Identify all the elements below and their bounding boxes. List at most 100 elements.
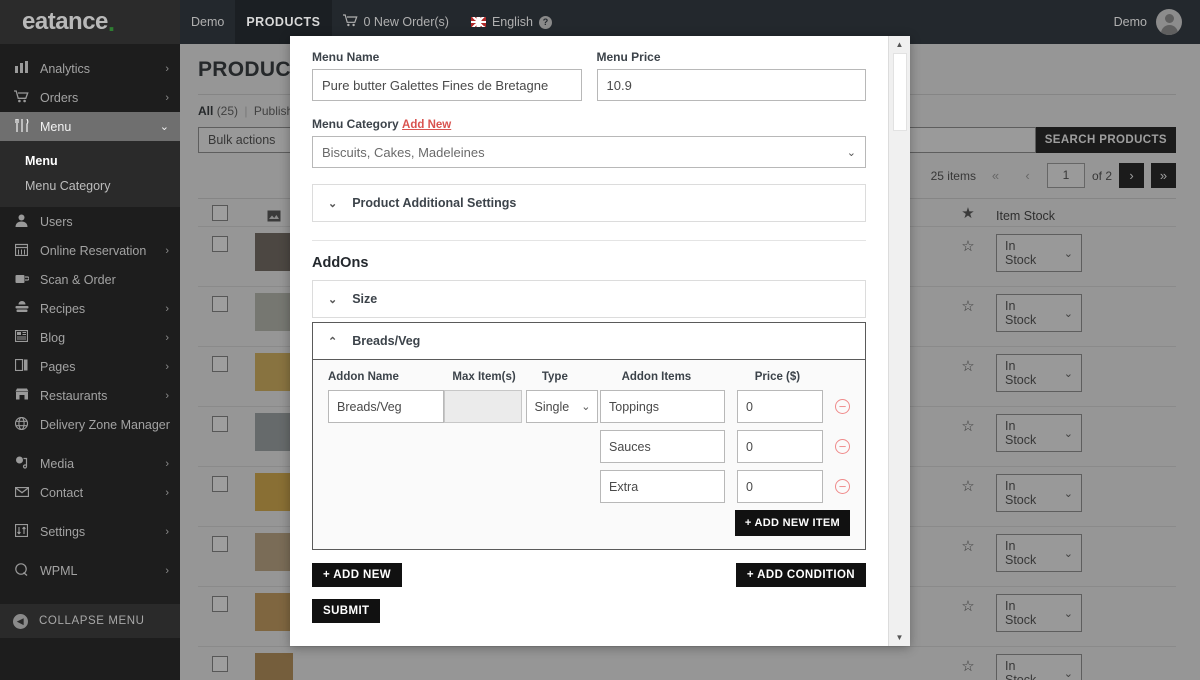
sidebar-item-contact[interactable]: Contact › — [0, 478, 180, 507]
menu-name-input[interactable] — [312, 69, 582, 101]
chevron-up-icon: ⌃ — [328, 335, 338, 348]
sidebar-submenu-menu: Menu Menu Category — [0, 141, 180, 207]
media-icon — [13, 456, 30, 472]
sidebar-item-menu[interactable]: Menu ⌄ — [0, 112, 180, 141]
avatar[interactable] — [1156, 9, 1182, 35]
sidebar-item-recipes[interactable]: Recipes › — [0, 294, 180, 323]
size-addon-header[interactable]: ⌄ Size — [313, 281, 865, 317]
product-additional-settings-panel[interactable]: ⌄ Product Additional Settings — [312, 184, 866, 222]
collapse-menu-label: COLLAPSE MENU — [39, 615, 145, 627]
help-icon[interactable]: ? — [538, 15, 552, 29]
category-add-new-link[interactable]: Add New — [402, 119, 451, 131]
addon-items-container: − − − — [600, 390, 850, 503]
breads-veg-addon-panel: ⌃ Breads/Veg Addon Name Max Item(s) Type… — [312, 322, 866, 550]
topnav-label-products: PRODUCTS — [246, 15, 321, 29]
submit-button[interactable]: SUBMIT — [312, 599, 381, 623]
sidebar-label-pages: Pages — [40, 359, 76, 374]
topnav-item-demo[interactable]: Demo — [180, 0, 235, 44]
menu-price-input[interactable] — [596, 69, 866, 101]
addon-max-cell — [444, 390, 526, 536]
chevron-right-icon: › — [165, 302, 169, 315]
remove-addon-item-icon[interactable]: − — [835, 479, 850, 494]
sidebar-label-analytics: Analytics — [40, 61, 91, 76]
chevron-right-icon: › — [165, 244, 169, 257]
top-bar-user[interactable]: Demo — [1114, 9, 1200, 35]
recipe-icon — [13, 301, 30, 316]
chevron-down-icon: ⌄ — [846, 146, 856, 159]
chevron-right-icon: › — [165, 62, 169, 75]
sidebar-item-settings[interactable]: Settings › — [0, 517, 180, 546]
addons-section-title: AddOns — [312, 255, 369, 271]
sidebar-item-users[interactable]: Users — [0, 207, 180, 236]
cup-icon — [13, 272, 30, 287]
sidebar-item-delivery-zone-manager[interactable]: Delivery Zone Manager › — [0, 410, 180, 439]
flag-icon — [470, 17, 486, 27]
size-addon-panel[interactable]: ⌄ Size — [312, 280, 866, 318]
remove-addon-item-icon[interactable]: − — [835, 399, 850, 414]
sidebar-item-scan-order[interactable]: Scan & Order — [0, 265, 180, 294]
sidebar-label-blog: Blog — [40, 330, 66, 345]
chevron-right-icon: › — [165, 389, 169, 402]
sidebar-label-online-reservation: Online Reservation — [40, 243, 147, 258]
sidebar-item-pages[interactable]: Pages › — [0, 352, 180, 381]
chevron-right-icon: › — [165, 331, 169, 344]
brand-dot: . — [107, 6, 116, 37]
menu-category-label: Menu Category — [312, 117, 399, 131]
addon-item-row: − — [600, 430, 850, 463]
sidebar-item-restaurants[interactable]: Restaurants › — [0, 381, 180, 410]
scrollbar-thumb[interactable] — [893, 53, 907, 131]
addon-item-name-input[interactable] — [600, 430, 725, 463]
brand-name: eatance — [22, 8, 108, 35]
add-new-item-button[interactable]: + ADD NEW ITEM — [734, 510, 850, 536]
addon-max-items-header: Max Item(s) — [452, 371, 516, 383]
addon-item-price-input[interactable] — [737, 430, 823, 463]
menu-price-label: Menu Price — [596, 50, 661, 64]
addon-item-price-input[interactable] — [737, 390, 823, 423]
chevron-right-icon: › — [165, 564, 169, 577]
addon-name-input[interactable] — [328, 390, 444, 423]
blog-icon — [13, 329, 30, 345]
sidebar-top-spacer — [0, 44, 180, 54]
topnav-label-demo: Demo — [191, 15, 225, 29]
chevron-down-icon: ⌄ — [159, 121, 169, 133]
menu-category-select[interactable]: Biscuits, Cakes, Madeleines ⌄ — [312, 136, 866, 168]
sidebar-subitem-menu-category[interactable]: Menu Category — [0, 173, 180, 198]
sidebar-item-online-reservation[interactable]: Online Reservation › — [0, 236, 180, 265]
addon-items-header: Addon Items — [621, 371, 692, 383]
name-price-row: Menu Name Menu Price — [312, 50, 866, 101]
sliders-icon — [13, 523, 30, 540]
breads-veg-addon-header[interactable]: ⌃ Breads/Veg — [313, 323, 865, 359]
collapse-menu-button[interactable]: ◀ COLLAPSE MENU — [0, 604, 180, 638]
cart-icon — [13, 89, 30, 106]
addon-name-header: Addon Name — [328, 371, 399, 383]
remove-addon-item-icon[interactable]: − — [835, 439, 850, 454]
addon-item-row: − — [600, 470, 850, 503]
topnav-label-language: English — [491, 15, 533, 29]
sidebar-item-orders[interactable]: Orders › — [0, 83, 180, 112]
topnav-label-new-orders: 0 New Order(s) — [363, 15, 449, 29]
add-condition-button[interactable]: + ADD CONDITION — [735, 563, 866, 587]
sidebar-subitem-menu[interactable]: Menu — [0, 148, 180, 173]
sidebar-item-analytics[interactable]: Analytics › — [0, 54, 180, 83]
addon-type-select[interactable]: Single ⌄ — [526, 390, 599, 423]
chevron-right-icon: › — [165, 486, 169, 499]
menu-price-field-group: Menu Price — [596, 50, 866, 101]
user-icon — [13, 214, 30, 230]
menu-category-field-group: Menu Category Add New Biscuits, Cakes, M… — [312, 117, 866, 168]
brand-logo[interactable]: eatance. — [0, 0, 180, 44]
addon-type-header: Type — [541, 371, 568, 383]
modal-scrollbar[interactable]: ▲ ▼ — [888, 36, 910, 646]
scrollbar-track[interactable] — [893, 53, 907, 629]
addon-item-name-input[interactable] — [600, 390, 725, 423]
product-additional-settings-header[interactable]: ⌄ Product Additional Settings — [313, 185, 865, 221]
pages-icon — [13, 358, 30, 374]
sidebar-item-blog[interactable]: Blog › — [0, 323, 180, 352]
sidebar-item-media[interactable]: Media › — [0, 449, 180, 478]
scroll-up-arrow-icon[interactable]: ▲ — [889, 36, 911, 53]
add-new-addon-button[interactable]: + ADD NEW — [312, 563, 403, 587]
addon-item-name-input[interactable] — [600, 470, 725, 503]
sidebar-item-wpml[interactable]: WPML › — [0, 556, 180, 585]
addon-item-price-input[interactable] — [737, 470, 823, 503]
chevron-right-icon: › — [165, 457, 169, 470]
scroll-down-arrow-icon[interactable]: ▼ — [889, 629, 911, 646]
